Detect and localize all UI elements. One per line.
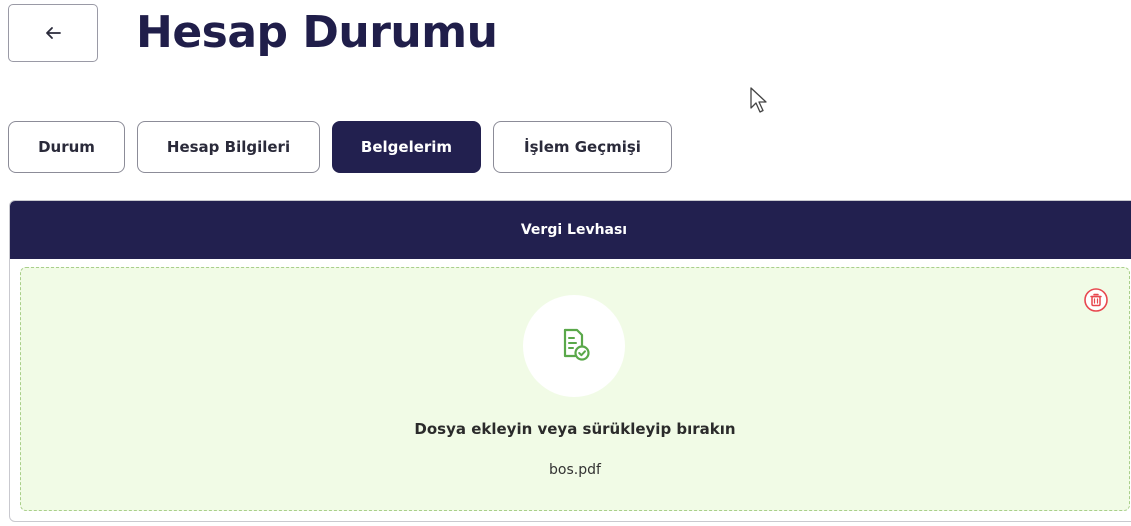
- tab-belgelerim[interactable]: Belgelerim: [332, 121, 481, 173]
- mouse-cursor-icon: [749, 86, 769, 119]
- back-button[interactable]: [8, 4, 98, 62]
- trash-icon: [1082, 288, 1110, 317]
- arrow-left-icon: [44, 26, 62, 40]
- page-title: Hesap Durumu: [136, 7, 498, 58]
- tab-islem-gecmisi[interactable]: İşlem Geçmişi: [493, 121, 672, 173]
- uploaded-file-name: bos.pdf: [549, 462, 601, 478]
- tab-bar: Durum Hesap Bilgileri Belgelerim İşlem G…: [8, 121, 672, 173]
- document-icon-badge: [523, 295, 625, 397]
- panel-title: Vergi Levhası: [520, 222, 628, 238]
- panel-header: Vergi Levhası: [10, 201, 1131, 259]
- file-dropzone[interactable]: Dosya ekleyin veya sürükleyip bırakın bo…: [20, 267, 1130, 511]
- account-status-page: Hesap Durumu Durum Hesap Bilgileri Belge…: [0, 0, 1131, 526]
- dropzone-instruction: Dosya ekleyin veya sürükleyip bırakın: [414, 420, 736, 438]
- tab-hesap-bilgileri[interactable]: Hesap Bilgileri: [137, 121, 320, 173]
- document-check-icon: [556, 326, 592, 367]
- tab-durum[interactable]: Durum: [8, 121, 125, 173]
- delete-file-button[interactable]: [1082, 286, 1110, 314]
- document-panel: Vergi Levhası Dosya ekleyin veya sürükle…: [9, 200, 1131, 522]
